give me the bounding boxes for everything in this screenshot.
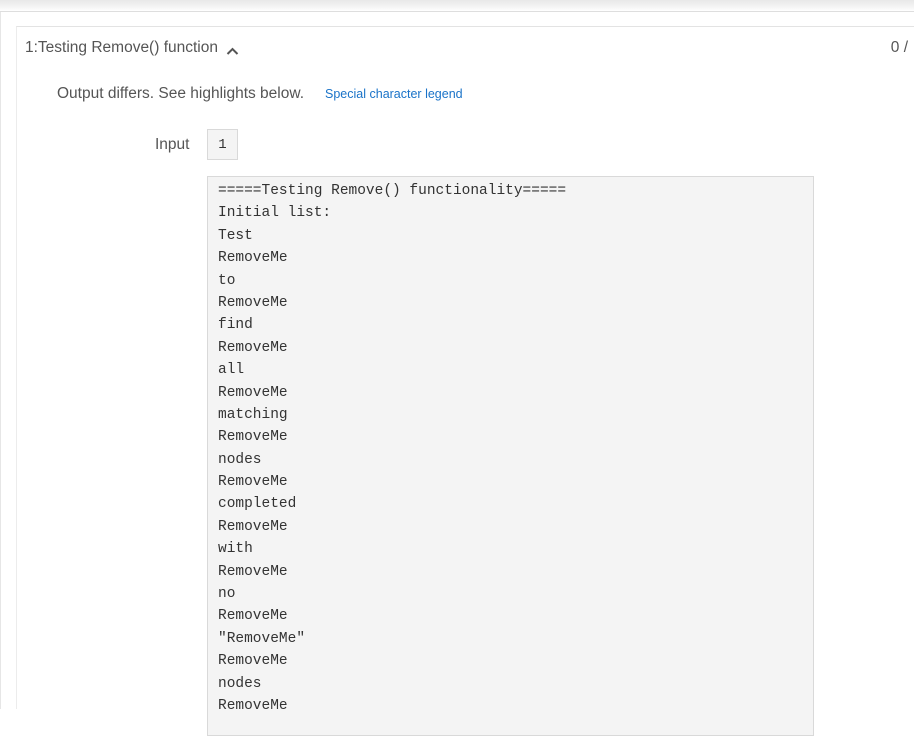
program-output-box[interactable]: =====Testing Remove() functionality=====… bbox=[207, 176, 814, 736]
output-line: RemoveMe bbox=[218, 474, 288, 491]
output-line: "RemoveMe" bbox=[218, 630, 306, 647]
output-line: RemoveMe bbox=[218, 384, 288, 401]
output-line: Initial list: bbox=[218, 205, 332, 222]
output-line: Test bbox=[218, 227, 253, 244]
output-line: RemoveMe bbox=[218, 697, 288, 714]
diff-status-row: Output differs. See highlights below. Sp… bbox=[57, 84, 463, 104]
output-line: RemoveMe bbox=[218, 653, 288, 670]
output-line: RemoveMe bbox=[218, 294, 288, 311]
output-line: RemoveMe bbox=[218, 339, 288, 356]
output-line: all bbox=[218, 362, 245, 379]
top-shadow-bar bbox=[0, 0, 914, 12]
output-line: no bbox=[218, 586, 236, 603]
output-line: RemoveMe bbox=[218, 608, 288, 625]
output-line: RemoveMe bbox=[218, 518, 288, 535]
diff-message: Output differs. See highlights below. bbox=[57, 85, 305, 102]
output-line: with bbox=[218, 541, 253, 558]
output-line: to bbox=[218, 272, 236, 289]
output-line: RemoveMe bbox=[218, 250, 288, 267]
output-line: matching bbox=[218, 406, 288, 423]
special-character-legend-link[interactable]: Special character legend bbox=[325, 87, 463, 101]
output-line: RemoveMe bbox=[218, 563, 288, 580]
left-divider bbox=[0, 12, 1, 709]
input-label: Input bbox=[155, 136, 190, 153]
chevron-up-icon[interactable] bbox=[226, 43, 239, 55]
output-line: nodes bbox=[218, 675, 262, 692]
test-case-header[interactable]: 1:Testing Remove() function bbox=[25, 38, 239, 58]
output-line: completed bbox=[218, 496, 297, 513]
test-score: 0 / bbox=[890, 39, 908, 56]
test-case-title: 1:Testing Remove() function bbox=[25, 39, 218, 56]
output-line: =====Testing Remove() functionality===== bbox=[218, 183, 567, 199]
output-line: RemoveMe bbox=[218, 429, 288, 446]
input-value-box: 1 bbox=[207, 129, 238, 160]
output-line: find bbox=[218, 317, 253, 334]
output-line: nodes bbox=[218, 451, 262, 468]
